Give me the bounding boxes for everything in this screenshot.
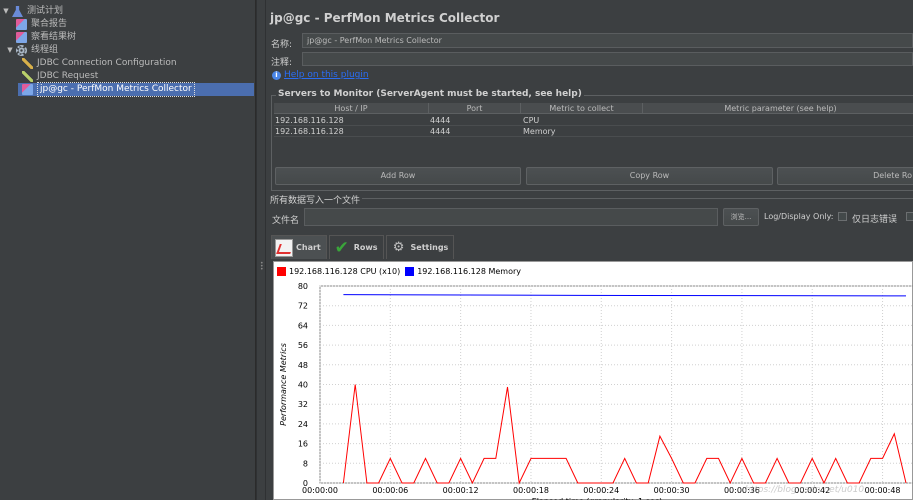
- expand-toggle-icon[interactable]: ▼: [6, 44, 14, 57]
- tree-item-label: 线程组: [31, 45, 59, 55]
- chart-tab-icon: [275, 238, 293, 257]
- name-input[interactable]: jp@gc - PerfMon Metrics Collector: [302, 33, 913, 48]
- y-tick-label: 48: [298, 361, 308, 370]
- y-tick-label: 32: [298, 400, 308, 409]
- table-row[interactable]: 192.168.116.128 4444 Memory: [274, 126, 913, 137]
- successes-only-checkbox[interactable]: [906, 212, 913, 221]
- listener-icon: [22, 84, 33, 95]
- report-icon: [16, 19, 27, 30]
- filename-input[interactable]: [304, 208, 718, 226]
- tab-label: Chart: [296, 243, 321, 252]
- port-cell[interactable]: 4444: [430, 126, 450, 137]
- comment-input[interactable]: [302, 52, 913, 66]
- column-header-metric[interactable]: Metric to collect: [521, 103, 643, 114]
- cpu-series-line: [342, 384, 907, 485]
- tree-item-test-plan[interactable]: ▼ 测试计划: [2, 5, 63, 18]
- sampler-icon: [22, 71, 33, 82]
- help-link[interactable]: Help on this plugin: [284, 70, 369, 80]
- file-group-title: 所有数据写入一个文件: [268, 193, 363, 206]
- tree-item-thread-group[interactable]: ▼ 线程组: [6, 44, 58, 57]
- gear-icon: [16, 45, 27, 56]
- tree-item-label: 聚合报告: [31, 19, 68, 29]
- chart-canvas: 0816243240485664728000:00:00 00:00:06 00:0…: [279, 282, 913, 500]
- filename-label: 文件名: [272, 216, 300, 226]
- y-tick-label: 80: [298, 282, 308, 291]
- tree-item-label: JDBC Connection Configuration: [37, 58, 177, 68]
- errors-only-label: 仅日志错误: [852, 215, 898, 225]
- tab-label: Rows: [353, 243, 378, 252]
- tree-item-label: jp@gc - PerfMon Metrics Collector: [37, 82, 195, 97]
- perfmon-panel: jp@gc - PerfMon Metrics Collector 名称: jp…: [266, 0, 913, 500]
- test-plan-icon: [12, 6, 23, 17]
- tab-rows[interactable]: ✔ Rows: [328, 235, 384, 259]
- errors-only-checkbox[interactable]: [838, 212, 847, 221]
- column-header-port[interactable]: Port: [429, 103, 521, 114]
- name-label: 名称:: [271, 40, 293, 50]
- copy-row-button[interactable]: Copy Row: [526, 167, 773, 185]
- y-tick-label: 8: [303, 459, 308, 468]
- x-tick-label: 00:00:12: [443, 486, 479, 495]
- comment-label: 注释:: [271, 58, 293, 68]
- test-plan-tree: ▼ 测试计划 聚合报告 察看结果树 ▼ 线程组 JDBC Connection …: [0, 0, 256, 500]
- host-cell[interactable]: 192.168.116.128: [275, 115, 344, 126]
- pane-splitter[interactable]: • • •: [256, 0, 266, 500]
- y-tick-label: 72: [298, 302, 308, 311]
- x-tick-label: 00:00:06: [372, 486, 408, 495]
- tree-item-jdbc-connection[interactable]: JDBC Connection Configuration: [22, 57, 177, 70]
- x-tick-label: 00:00:30: [654, 486, 690, 495]
- x-tick-label: 00:00:00: [302, 486, 338, 495]
- y-axis-label: Performance Metrics: [279, 343, 288, 426]
- help-row: i Help on this plugin: [272, 70, 369, 80]
- delete-row-button[interactable]: Delete Ro: [777, 167, 913, 185]
- check-icon: ✔: [334, 237, 349, 258]
- y-tick-label: 24: [298, 420, 308, 429]
- y-tick-label: 16: [298, 440, 308, 449]
- jmeter-window: ▼ 测试计划 聚合报告 察看结果树 ▼ 线程组 JDBC Connection …: [0, 0, 913, 500]
- x-tick-label: 00:00:24: [583, 486, 619, 495]
- report-icon: [16, 32, 27, 43]
- metric-cell[interactable]: CPU: [523, 115, 539, 126]
- memory-series-line: [343, 294, 907, 297]
- log-display-label: Log/Display Only:: [764, 212, 834, 221]
- y-tick-label: 40: [298, 381, 308, 390]
- tab-label: Settings: [410, 243, 449, 252]
- splitter-grip-icon[interactable]: • • •: [260, 261, 264, 273]
- tab-chart[interactable]: Chart: [271, 235, 327, 259]
- metric-cell[interactable]: Memory: [523, 126, 556, 137]
- column-header-host[interactable]: Host / IP: [274, 103, 429, 114]
- port-cell[interactable]: 4444: [430, 115, 450, 126]
- y-tick-label: 64: [298, 321, 308, 330]
- y-tick-label: 56: [298, 341, 308, 350]
- x-tick-label: 00:00:18: [513, 486, 549, 495]
- tree-item-perfmon-collector[interactable]: jp@gc - PerfMon Metrics Collector: [18, 82, 254, 97]
- info-icon: i: [272, 70, 281, 80]
- browse-button[interactable]: 浏览...: [723, 208, 759, 226]
- config-icon: [22, 58, 33, 69]
- tree-item-label: 察看结果树: [31, 32, 77, 42]
- add-row-button[interactable]: Add Row: [275, 167, 521, 185]
- table-row[interactable]: 192.168.116.128 4444 CPU: [274, 115, 913, 126]
- tab-settings[interactable]: ⚙ Settings: [385, 235, 455, 259]
- servers-group-title: Servers to Monitor (ServerAgent must be …: [276, 89, 584, 99]
- settings-icon: ⚙: [392, 239, 405, 255]
- view-tabs: Chart ✔ Rows ⚙ Settings: [271, 235, 456, 260]
- host-cell[interactable]: 192.168.116.128: [275, 126, 344, 137]
- tree-item-label: 测试计划: [27, 6, 64, 16]
- metrics-chart[interactable]: 192.168.116.128 CPU (x10) 192.168.116.12…: [273, 261, 913, 500]
- column-header-param[interactable]: Metric parameter (see help): [643, 103, 913, 114]
- expand-toggle-icon[interactable]: ▼: [2, 5, 10, 18]
- watermark-text: https://blog.csdn.net/u010...: [745, 485, 873, 495]
- table-header: Host / IP Port Metric to collect Metric …: [274, 103, 913, 114]
- panel-title: jp@gc - PerfMon Metrics Collector: [270, 11, 500, 25]
- servers-table[interactable]: Host / IP Port Metric to collect Metric …: [274, 103, 913, 145]
- tree-item-view-results-tree[interactable]: 察看结果树: [16, 31, 76, 44]
- tree-item-aggregate-report[interactable]: 聚合报告: [16, 18, 67, 31]
